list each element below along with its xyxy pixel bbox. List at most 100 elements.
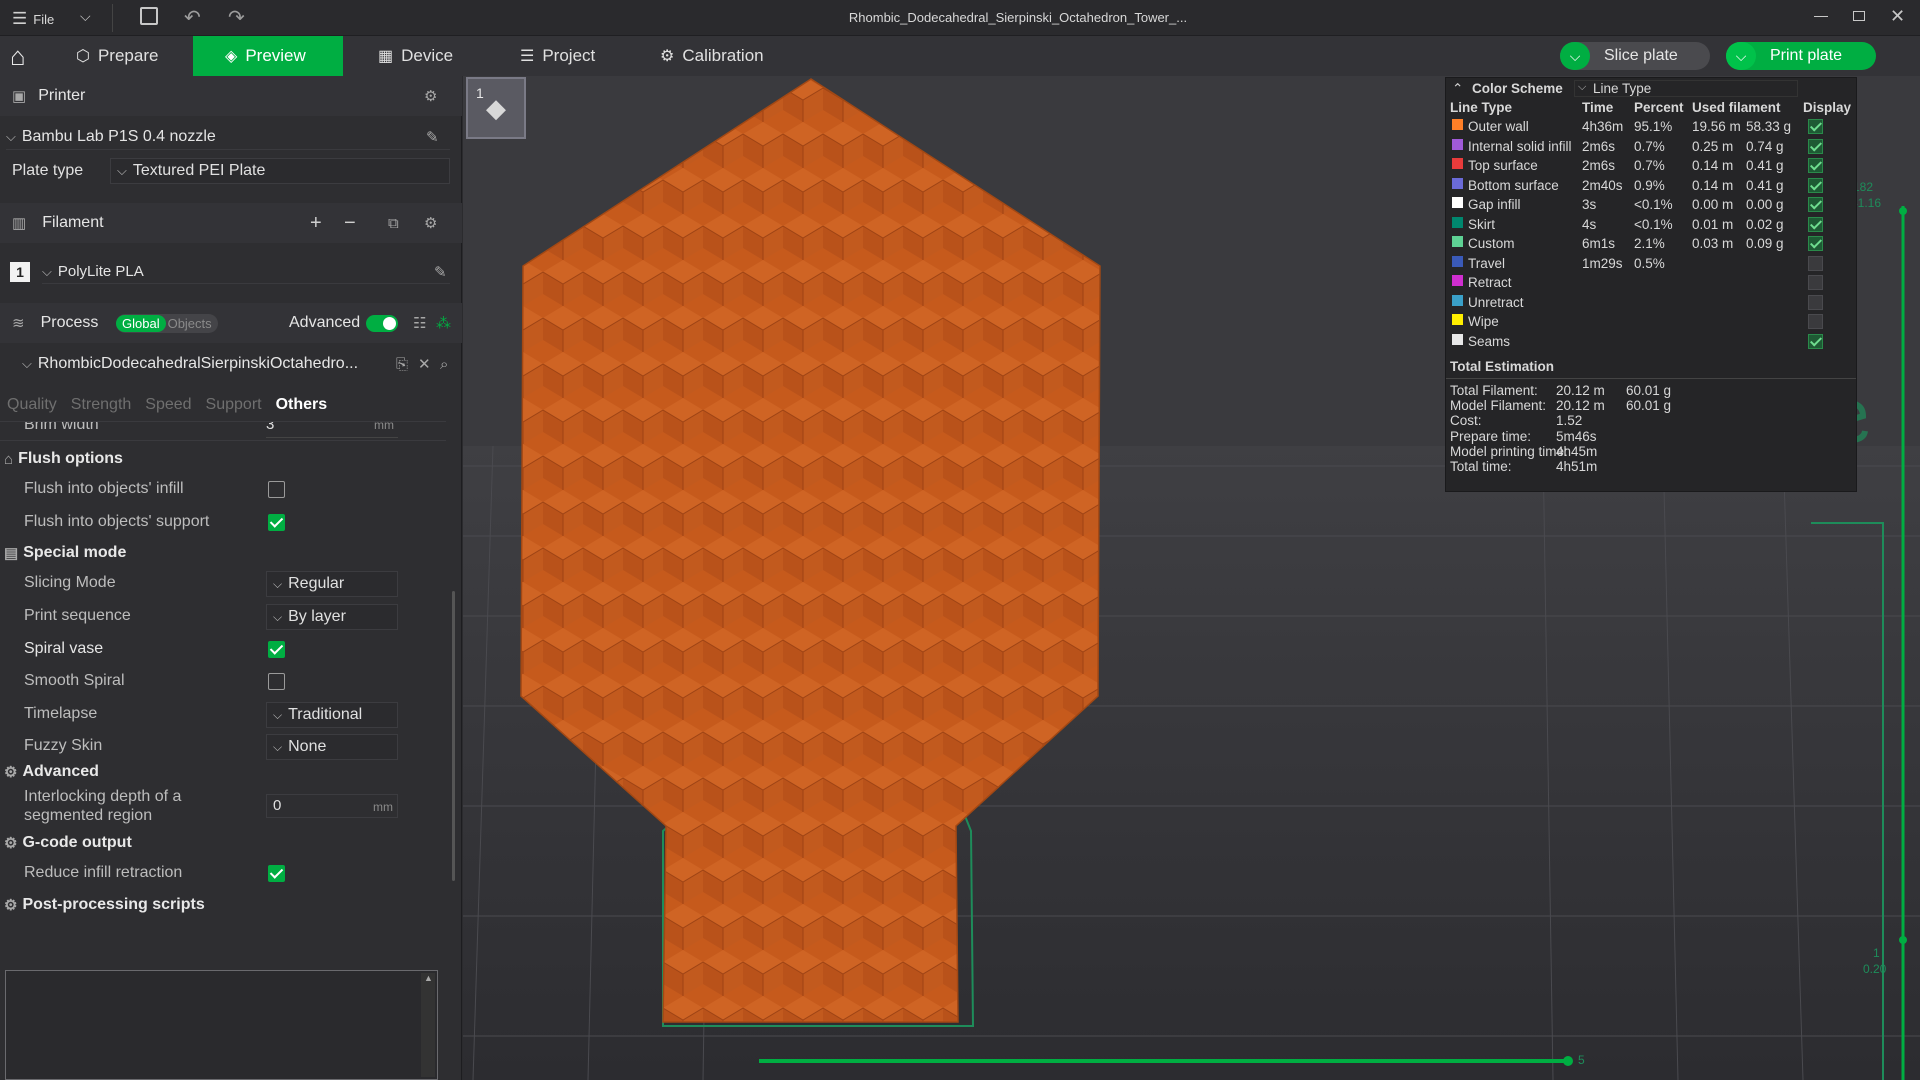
edit-icon[interactable]: ✎ — [434, 263, 447, 281]
spiral-vase-checkbox[interactable] — [268, 641, 285, 658]
close-icon[interactable]: ✕ — [1890, 6, 1905, 27]
legend-display-checkbox[interactable] — [1808, 275, 1823, 290]
remove-filament-icon[interactable]: − — [344, 212, 356, 235]
tab-quality[interactable]: Quality — [7, 396, 57, 418]
search-icon[interactable]: ⌕ — [440, 356, 448, 373]
chevron-down-icon: ⌵ — [42, 263, 52, 279]
advanced-toggle[interactable] — [366, 315, 398, 332]
legend-row: Top surface 2m6s 0.7% 0.14 m 0.41 g — [1446, 157, 1858, 177]
legend-percent: 2.1% — [1634, 236, 1665, 251]
global-objects-toggle[interactable]: Global Objects — [116, 314, 218, 333]
legend-line-type: Custom — [1468, 236, 1515, 251]
tab-prepare[interactable]: ⬡ Prepare — [62, 36, 182, 76]
legend-time: 2m6s — [1582, 158, 1616, 173]
tab-strength[interactable]: Strength — [71, 396, 131, 418]
move-slider-handle[interactable] — [1563, 1056, 1573, 1066]
process-list-icon[interactable]: ☷ — [413, 314, 426, 332]
tab-device[interactable]: ▦ Device — [370, 36, 480, 76]
layers-icon: ◈ — [225, 48, 238, 65]
post-processing-scripts-input[interactable]: ▲ — [5, 970, 438, 1080]
legend-display-checkbox[interactable] — [1808, 294, 1823, 310]
layer-slider-top-handle[interactable] — [1899, 207, 1907, 215]
total-label: Total time: — [1450, 459, 1512, 474]
legend-length: 19.56 m — [1692, 119, 1741, 134]
tab-support[interactable]: Support — [206, 396, 262, 418]
printer-settings-icon[interactable]: ⚙ — [424, 87, 437, 105]
chevron-down-icon: ⌵ — [273, 707, 283, 722]
process-compare-icon[interactable]: ⁂ — [436, 314, 451, 332]
color-scheme-dropdown[interactable]: ⌵ Line Type — [1574, 80, 1798, 97]
reduce-retraction-checkbox[interactable] — [268, 865, 285, 882]
print-dropdown-icon[interactable]: ⌵ — [1726, 42, 1756, 70]
total-label: Model Filament: — [1450, 398, 1547, 414]
tab-project[interactable]: ☰ Project — [520, 36, 630, 76]
scroll-up-icon[interactable]: ▲ — [424, 973, 433, 983]
smooth-spiral-checkbox[interactable] — [268, 673, 285, 690]
filament-settings-icon[interactable]: ⚙ — [424, 214, 437, 232]
total-estimation-title: Total Estimation — [1450, 359, 1555, 374]
printer-select[interactable]: ⌵ Bambu Lab P1S 0.4 nozzle ✎ — [6, 124, 450, 150]
legend-display-checkbox[interactable] — [1808, 333, 1823, 349]
tab-preview[interactable]: ◈ Preview — [193, 36, 343, 76]
interlocking-depth-input[interactable]: 0 mm — [266, 794, 398, 818]
special-mode-group: ▤ Special mode — [4, 544, 126, 562]
legend-swatch — [1452, 177, 1463, 189]
global-toggle-option[interactable]: Global — [116, 315, 166, 332]
printer-section-header[interactable]: ▣ Printer ⚙ — [0, 76, 462, 116]
layer-slider-bottom-handle[interactable] — [1899, 936, 1907, 944]
legend-percent: 0.9% — [1634, 177, 1665, 193]
legend-weight: 0.41 g — [1746, 177, 1784, 193]
print-sequence-value: By layer — [288, 608, 346, 625]
settings-scrollbar[interactable] — [452, 591, 455, 881]
filament-select[interactable]: ⌵ PolyLite PLA ✎ — [42, 260, 450, 284]
brim-width-input[interactable]: 3 mm — [266, 422, 398, 438]
collapse-icon[interactable]: ⌃ — [1452, 81, 1463, 97]
edit-icon[interactable]: ✎ — [426, 128, 439, 146]
legend-display-checkbox[interactable] — [1808, 177, 1823, 193]
print-sequence-label: Print sequence — [24, 607, 131, 624]
object-select[interactable]: ⌵ RhombicDodecahedralSierpinskiOctahedro… — [22, 352, 462, 376]
device-icon: ▦ — [378, 48, 394, 65]
slice-plate-button[interactable]: ⌵ Slice plate — [1560, 42, 1710, 70]
minimize-icon[interactable] — [1814, 16, 1828, 17]
filament-slot-badge[interactable]: 1 — [10, 262, 30, 282]
save-preset-icon[interactable]: ⎘ — [396, 356, 408, 373]
legend-display-checkbox[interactable] — [1808, 138, 1823, 154]
print-sequence-dropdown[interactable]: ⌵ By layer — [266, 604, 398, 630]
home-icon[interactable]: ⌂ — [10, 41, 26, 72]
slicing-mode-dropdown[interactable]: ⌵ Regular — [266, 571, 398, 597]
tab-speed[interactable]: Speed — [145, 396, 191, 418]
legend-display-checkbox[interactable] — [1808, 158, 1823, 173]
plate-icon: ◆ — [486, 93, 506, 123]
restore-icon[interactable] — [1853, 11, 1865, 21]
chevron-down-icon: ⌵ — [273, 739, 283, 754]
printer-icon: ▣ — [12, 88, 27, 105]
layer-bottom-number: 1 — [1873, 946, 1880, 960]
add-filament-icon[interactable]: + — [310, 212, 322, 235]
fuzzy-skin-dropdown[interactable]: ⌵ None — [266, 734, 398, 760]
plate-thumbnail[interactable]: 1 ◆ — [466, 77, 526, 139]
tab-others[interactable]: Others — [276, 396, 328, 418]
legend-display-checkbox[interactable] — [1808, 216, 1823, 232]
legend-display-checkbox[interactable] — [1808, 119, 1823, 134]
tab-calibration[interactable]: ⚙ Calibration — [660, 36, 800, 76]
print-plate-button[interactable]: ⌵ Print plate — [1726, 42, 1876, 70]
flush-support-checkbox[interactable] — [268, 514, 285, 531]
slice-dropdown-icon[interactable]: ⌵ — [1560, 42, 1590, 70]
legend-display-checkbox[interactable] — [1808, 236, 1823, 251]
filament-section-header[interactable]: ▥ Filament + − ⧉ ⚙ — [0, 203, 462, 243]
flush-infill-checkbox[interactable] — [268, 481, 285, 498]
plate-type-dropdown[interactable]: ⌵ Textured PEI Plate — [110, 158, 450, 184]
delete-preset-icon[interactable]: ✕ — [418, 355, 431, 373]
settings-sidebar: ▣ Printer ⚙ ⌵ Bambu Lab P1S 0.4 nozzle ✎… — [0, 76, 462, 1080]
filament-sync-icon[interactable]: ⧉ — [388, 215, 399, 232]
timelapse-dropdown[interactable]: ⌵ Traditional — [266, 702, 398, 728]
legend-display-checkbox[interactable] — [1808, 197, 1823, 212]
objects-toggle-option[interactable]: Objects — [166, 316, 212, 331]
legend-percent: <0.1% — [1634, 216, 1673, 232]
legend-row: Retract — [1446, 274, 1858, 294]
legend-display-checkbox[interactable] — [1808, 314, 1823, 329]
brim-width-label: Brim width — [24, 422, 99, 433]
legend-display-checkbox[interactable] — [1808, 255, 1823, 271]
scripts-scrollbar[interactable]: ▲ — [421, 973, 435, 1077]
